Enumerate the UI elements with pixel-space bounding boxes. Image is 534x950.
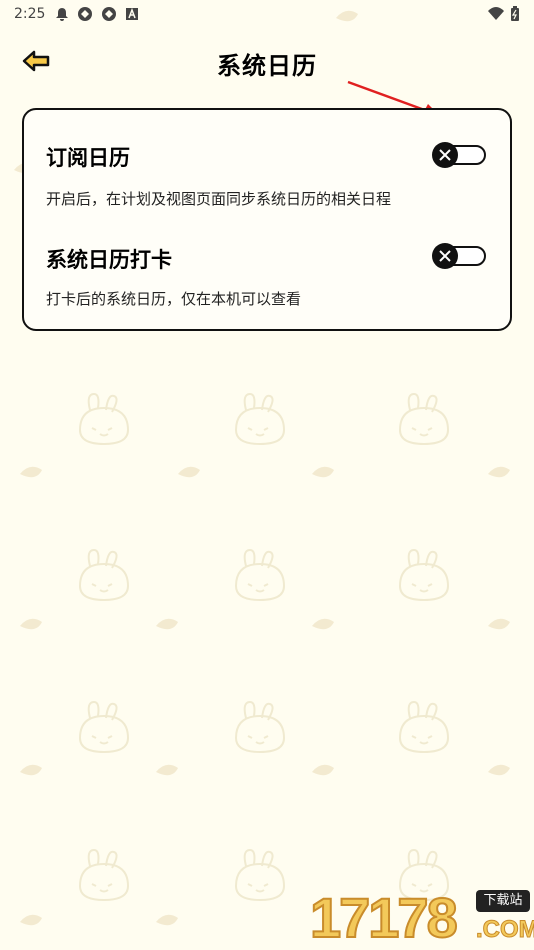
toggle-knob: [432, 142, 458, 168]
close-icon: [439, 250, 451, 262]
status-bar: 2:25: [0, 0, 534, 28]
watermark-logo: 17178 下载站 .COM: [309, 886, 534, 949]
app-icon: [102, 7, 117, 21]
watermark-suffix: .COM: [476, 916, 534, 944]
setting-title-checkin: 系统日历打卡: [46, 247, 172, 272]
app-icon: [78, 7, 93, 21]
bell-icon: [56, 8, 69, 21]
setting-desc-checkin: 打卡后的系统日历，仅在本机可以查看: [46, 290, 302, 308]
toggle-knob: [432, 243, 458, 269]
page-title: 系统日历: [217, 51, 317, 80]
setting-desc-subscribe: 开启后，在计划及视图页面同步系统日历的相关日程: [46, 190, 392, 208]
toggle-subscribe-calendar[interactable]: [432, 142, 488, 168]
system-icons: [488, 6, 520, 22]
a-icon: [126, 7, 139, 20]
header: 系统日历: [0, 40, 534, 84]
watermark-digits: 17178: [309, 886, 459, 949]
toggle-calendar-checkin[interactable]: [432, 243, 488, 269]
setting-title-subscribe: 订阅日历: [46, 145, 130, 170]
battery-icon: [511, 6, 519, 21]
status-time: 2:25: [14, 6, 46, 22]
close-icon: [439, 149, 451, 161]
wifi-icon: [488, 7, 504, 20]
watermark-badge: 下载站: [476, 890, 530, 912]
settings-card: 订阅日历 开启后，在计划及视图页面同步系统日历的相关日程 系统日历打卡 打卡后的…: [22, 108, 512, 331]
notification-icons: [55, 6, 139, 22]
